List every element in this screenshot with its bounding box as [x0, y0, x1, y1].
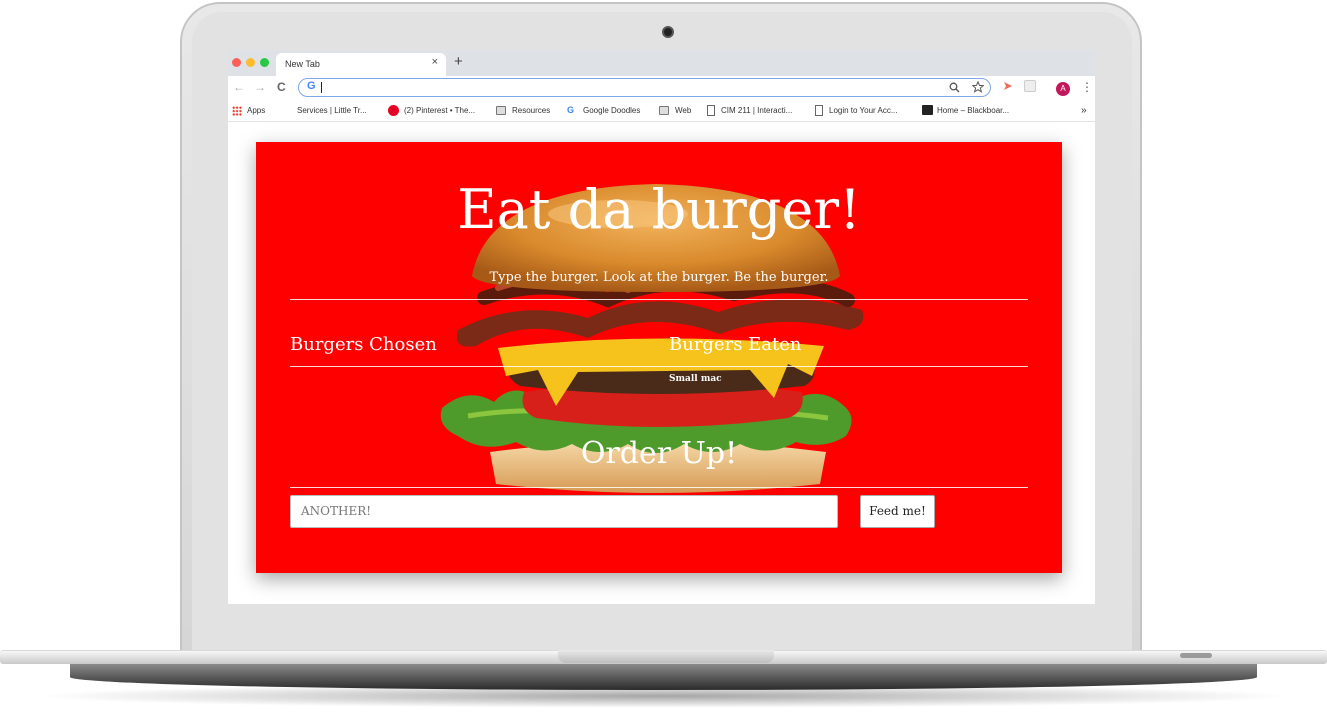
laptop-notch	[558, 650, 774, 663]
burger-name-input[interactable]: ANOTHER!	[290, 495, 838, 528]
bookmark-apps[interactable]: Apps	[247, 106, 265, 115]
bookmark-blackboard[interactable]: Home – Blackboar...	[937, 106, 1009, 115]
menu-icon[interactable]: ⋮	[1081, 80, 1093, 94]
forward-icon[interactable]: →	[254, 80, 266, 94]
bookmark-pinterest[interactable]: (2) Pinterest • The...	[404, 106, 475, 115]
avatar[interactable]: A	[1056, 82, 1070, 96]
tab-close-icon[interactable]: ×	[432, 56, 438, 68]
bookmark-login[interactable]: Login to Your Acc...	[829, 106, 898, 115]
camera-icon	[662, 26, 674, 38]
reload-icon[interactable]: C	[277, 80, 286, 94]
bookmark-services[interactable]: Services | Little Tr...	[297, 106, 367, 115]
order-up-heading: Order Up!	[580, 436, 738, 471]
google-doodles-icon: G	[567, 105, 575, 115]
more-bookmarks-icon[interactable]: »	[1081, 105, 1087, 116]
google-icon: G	[307, 80, 316, 92]
browser-toolbar: ← → C G	[228, 76, 1095, 100]
divider	[290, 487, 1028, 488]
tab-strip: New Tab × +	[228, 50, 1095, 76]
page-icon	[707, 105, 715, 116]
burger-app-card: Eat da burger! Type the burger. Look at …	[256, 142, 1062, 573]
divider	[290, 299, 1028, 300]
page-subtitle: Type the burger. Look at the burger. Be …	[489, 270, 829, 285]
burgers-eaten-heading: Burgers Eaten	[669, 334, 802, 355]
back-icon[interactable]: ←	[233, 80, 245, 94]
bookmark-cim-211[interactable]: CIM 211 | Interacti...	[721, 106, 792, 115]
extension-icon[interactable]	[1002, 80, 1014, 92]
page-icon	[815, 105, 823, 116]
search-icon[interactable]	[949, 82, 960, 93]
text-caret	[321, 82, 322, 93]
browser-window: New Tab × + ← → C G A ⋮ Apps Services | …	[228, 50, 1095, 604]
extension-placeholder-icon[interactable]	[1024, 80, 1036, 92]
blackboard-icon	[922, 105, 933, 115]
bookmark-google-doodles[interactable]: Google Doodles	[583, 106, 640, 115]
apps-icon	[232, 106, 242, 116]
minimize-window-icon[interactable]	[246, 58, 255, 67]
feed-me-button[interactable]: Feed me!	[860, 495, 935, 528]
new-tab-icon[interactable]: +	[454, 53, 463, 70]
bookmark-resources[interactable]: Resources	[512, 106, 550, 115]
star-icon[interactable]	[972, 81, 984, 93]
close-window-icon[interactable]	[232, 58, 241, 67]
tab-title: New Tab	[285, 59, 320, 69]
folder-icon	[659, 106, 669, 115]
pinterest-icon	[388, 105, 399, 116]
divider	[290, 366, 1028, 367]
eaten-burger-item: Small mac	[669, 374, 722, 384]
address-bar[interactable]: G	[298, 78, 991, 97]
laptop-foot	[70, 664, 1257, 690]
folder-icon	[496, 106, 506, 115]
burgers-chosen-heading: Burgers Chosen	[290, 334, 437, 355]
tab-new-tab[interactable]: New Tab ×	[276, 53, 446, 76]
laptop-led	[1180, 653, 1212, 658]
maximize-window-icon[interactable]	[260, 58, 269, 67]
bookmark-web[interactable]: Web	[675, 106, 691, 115]
page-title: Eat da burger!	[457, 178, 861, 241]
